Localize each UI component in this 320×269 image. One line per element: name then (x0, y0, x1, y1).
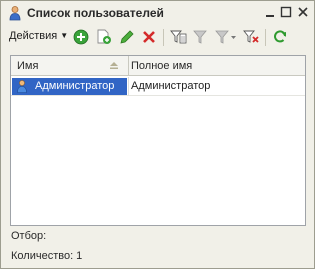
minimize-button[interactable] (262, 4, 278, 20)
delete-button[interactable] (140, 28, 158, 46)
add-icon (73, 29, 89, 45)
clear-filter-icon (243, 30, 259, 43)
column-header-full-name[interactable]: Полное имя (131, 60, 192, 72)
actions-menu-label: Действия (9, 30, 58, 42)
filter-dropdown-button[interactable] (214, 28, 238, 46)
table-header: Имя Полное имя (11, 56, 305, 76)
user-icon (15, 79, 29, 93)
cell-name[interactable]: Администратор (12, 78, 127, 95)
cell-full-name[interactable]: Администратор (131, 80, 210, 92)
window-title: Список пользователей (27, 6, 164, 20)
filter-settings-button[interactable] (169, 28, 187, 46)
copy-icon (97, 29, 111, 44)
clear-filter-button[interactable] (242, 28, 260, 46)
filter-settings-icon (170, 30, 187, 44)
edit-icon (120, 30, 134, 44)
toolbar-separator (265, 29, 266, 46)
filter-dropdown-icon (215, 30, 236, 44)
copy-button[interactable] (95, 28, 113, 46)
count-label: Количество: 1 (11, 250, 83, 262)
column-header-name[interactable]: Имя (17, 60, 38, 72)
filter-button[interactable] (192, 28, 210, 46)
table-row[interactable]: Администратор Администратор (11, 77, 305, 96)
column-divider[interactable] (128, 56, 129, 76)
actions-menu[interactable]: Действия ▼ (9, 30, 68, 42)
refresh-button[interactable] (271, 28, 289, 46)
close-button[interactable] (295, 4, 311, 20)
user-list-window: Список пользователей Действия ▼ Имя Полн… (0, 0, 315, 269)
cell-name-text: Администратор (35, 80, 115, 92)
filter-label: Отбор: (11, 230, 47, 242)
users-table[interactable]: Имя Полное имя Администратор Администрат… (10, 55, 306, 226)
column-divider (128, 77, 129, 96)
sort-ascending-icon (108, 61, 120, 71)
user-list-icon (7, 5, 23, 21)
add-button[interactable] (72, 28, 90, 46)
delete-icon (143, 31, 155, 43)
edit-button[interactable] (118, 28, 136, 46)
maximize-button[interactable] (278, 4, 294, 20)
toolbar: Действия ▼ (5, 26, 310, 50)
chevron-down-icon: ▼ (60, 31, 69, 40)
toolbar-separator (163, 29, 164, 46)
refresh-icon (274, 30, 286, 43)
filter-icon (193, 30, 207, 44)
title-bar: Список пользователей (1, 1, 314, 25)
